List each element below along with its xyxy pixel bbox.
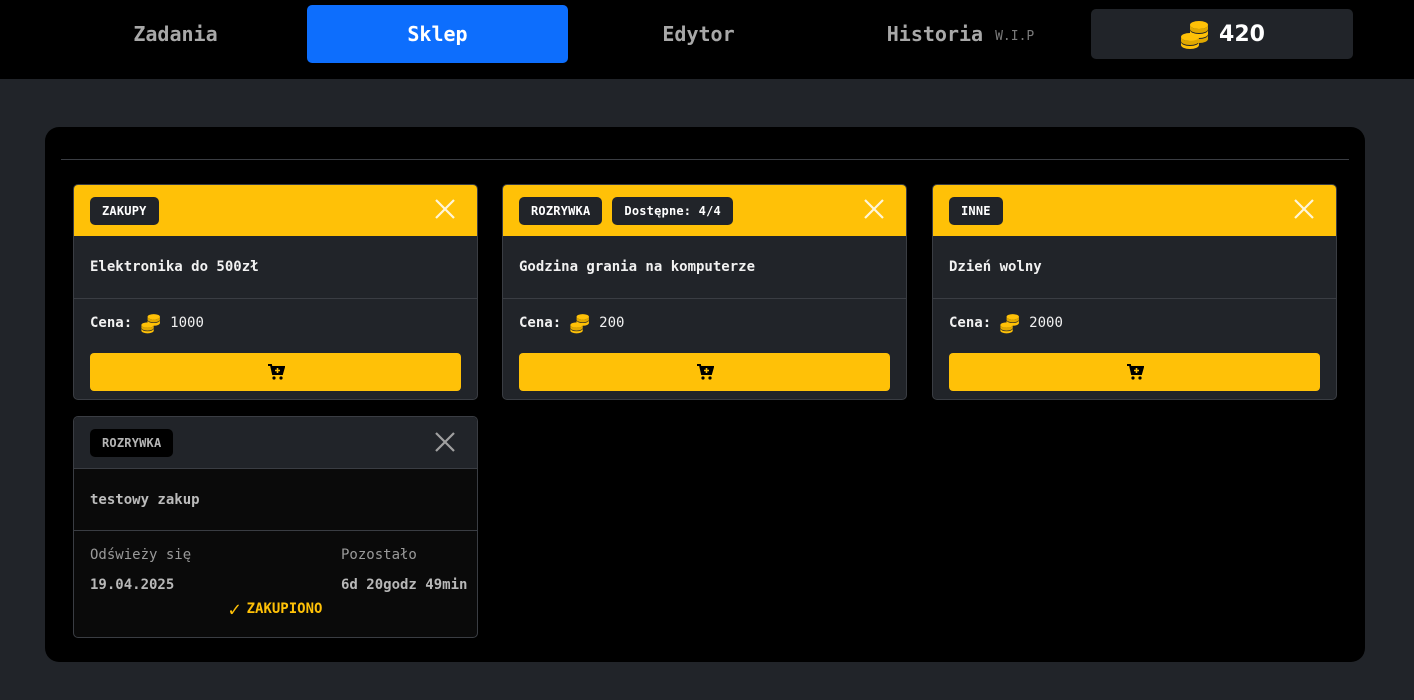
purchased-status: ✓ ZAKUPIONO xyxy=(74,597,477,621)
price-label: Cena: xyxy=(519,315,562,331)
close-icon[interactable] xyxy=(862,197,886,221)
item-title: testowy zakup xyxy=(74,468,477,531)
card-header: INNE xyxy=(933,185,1336,236)
category-badge: ROZRYWKA xyxy=(519,196,603,225)
tab-label: Historia xyxy=(886,22,984,46)
coins-icon xyxy=(1181,21,1209,49)
refresh-info: Odświeży się Pozostało 19.04.2025 6d 20g… xyxy=(74,531,477,637)
add-to-cart-icon xyxy=(267,364,285,380)
tab-edytor[interactable]: Edytor xyxy=(568,5,829,63)
buy-button[interactable] xyxy=(519,353,890,391)
coin-balance: 420 xyxy=(1091,9,1353,59)
card-header: ROZRYWKA Dostępne: 4/4 xyxy=(503,185,906,236)
coins-icon xyxy=(570,314,590,334)
buy-button[interactable] xyxy=(949,353,1320,391)
buy-button[interactable] xyxy=(90,353,461,391)
tab-label: Sklep xyxy=(407,22,468,46)
checkmark-icon: ✓ xyxy=(228,597,241,621)
remaining-time: 6d 20godz 49min xyxy=(341,577,468,593)
price-label: Cena: xyxy=(949,315,992,331)
close-icon[interactable] xyxy=(433,197,457,221)
tab-label: Zadania xyxy=(133,22,218,46)
top-nav: Zadania Sklep Edytor Historia W.I.P 420 xyxy=(0,0,1414,79)
availability-badge: Dostępne: 4/4 xyxy=(612,196,733,225)
shop-item-card: INNE Dzień wolny Cena: 2000 xyxy=(932,184,1337,400)
close-icon[interactable] xyxy=(1292,197,1316,221)
tab-zadania[interactable]: Zadania xyxy=(45,5,306,63)
price-value: 1000 xyxy=(170,315,204,331)
tab-label: Edytor xyxy=(662,22,735,46)
tab-sklep[interactable]: Sklep xyxy=(307,5,568,63)
refresh-label: Odświeży się xyxy=(90,547,192,563)
price-row: Cena: 1000 xyxy=(74,299,477,347)
price-label: Cena: xyxy=(90,315,133,331)
refresh-date: 19.04.2025 xyxy=(90,577,175,593)
tab-historia[interactable]: Historia W.I.P xyxy=(830,5,1091,63)
coins-icon xyxy=(141,314,161,334)
price-row: Cena: 200 xyxy=(503,299,906,347)
category-badge: INNE xyxy=(949,196,1003,225)
category-badge: ROZRYWKA xyxy=(90,428,174,457)
wip-tag: W.I.P xyxy=(995,28,1035,44)
coin-amount: 420 xyxy=(1219,21,1265,47)
shop-panel: ZAKUPY Elektronika do 500zł Cena: 1000 R… xyxy=(45,127,1365,662)
card-header: ROZRYWKA xyxy=(74,417,477,468)
remaining-label: Pozostało xyxy=(341,547,417,563)
item-title: Dzień wolny xyxy=(933,236,1336,299)
close-icon[interactable] xyxy=(433,430,457,454)
price-value: 200 xyxy=(599,315,625,331)
item-title: Elektronika do 500zł xyxy=(74,236,477,299)
purchased-item-card: ROZRYWKA testowy zakup Odświeży się Pozo… xyxy=(73,416,478,638)
divider xyxy=(61,159,1349,160)
purchased-label: ZAKUPIONO xyxy=(246,601,323,617)
category-badge: ZAKUPY xyxy=(90,196,159,225)
card-header: ZAKUPY xyxy=(74,185,477,236)
shop-item-card: ZAKUPY Elektronika do 500zł Cena: 1000 xyxy=(73,184,478,400)
shop-item-card: ROZRYWKA Dostępne: 4/4 Godzina grania na… xyxy=(502,184,907,400)
price-row: Cena: 2000 xyxy=(933,299,1336,347)
item-title: Godzina grania na komputerze xyxy=(503,236,906,299)
add-to-cart-icon xyxy=(1126,364,1144,380)
price-value: 2000 xyxy=(1029,315,1063,331)
coins-icon xyxy=(1000,314,1020,334)
add-to-cart-icon xyxy=(696,364,714,380)
